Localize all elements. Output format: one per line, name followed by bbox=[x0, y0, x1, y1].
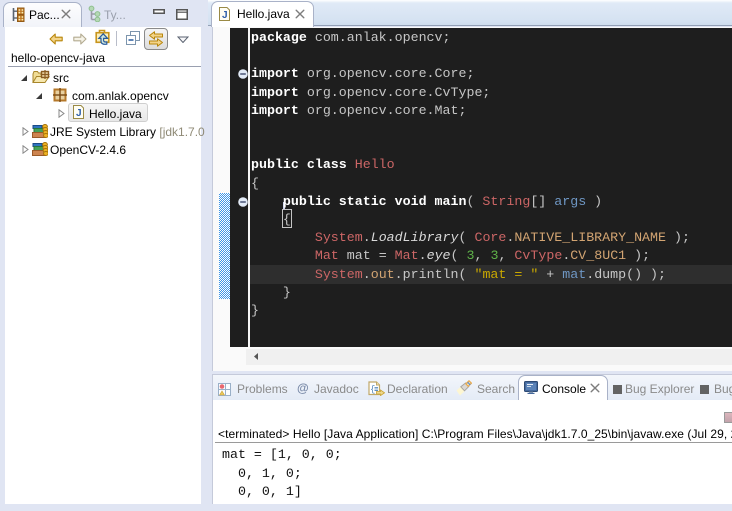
svg-text:J: J bbox=[76, 108, 82, 119]
svg-text:{: { bbox=[370, 385, 375, 395]
svg-text:J: J bbox=[222, 10, 228, 21]
